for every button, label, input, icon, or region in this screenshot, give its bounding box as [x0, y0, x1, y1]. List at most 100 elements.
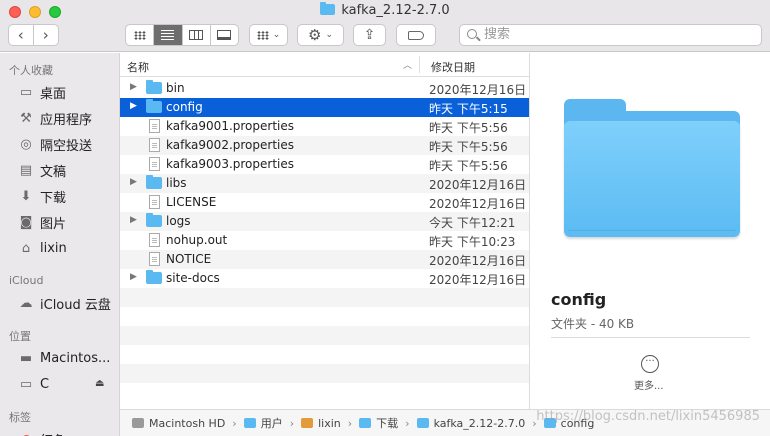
empty-row: [120, 288, 529, 307]
search-placeholder: 搜索: [484, 27, 511, 42]
more-button[interactable]: 更多...: [634, 377, 664, 392]
tag-dot-icon: [18, 431, 34, 436]
sidebar-item-label: 隔空投送: [40, 138, 93, 154]
sidebar-item-label: 下载: [40, 190, 67, 206]
disk-icon: ▬: [19, 350, 33, 366]
table-row[interactable]: ▶ bin 2020年12月16日: [120, 79, 529, 98]
path-crumb-downloads[interactable]: 下载 ›: [359, 415, 416, 431]
home-icon: ⌂: [21, 240, 31, 256]
sidebar-section-tags: 标签: [9, 411, 31, 424]
grid-icon: [133, 30, 146, 40]
sidebar-item-macintosh-hd[interactable]: ▬ Macintos...: [18, 348, 111, 368]
column-header-name[interactable]: 名称: [127, 59, 149, 75]
table-row[interactable]: kafka9001.properties 昨天 下午5:56: [120, 117, 529, 136]
sidebar-item-downloads[interactable]: ⬇ 下载: [18, 186, 66, 206]
row-date: 2020年12月16日: [429, 178, 527, 192]
disclosure-triangle-icon[interactable]: ▶: [130, 101, 137, 111]
path-crumb-label: kafka_2.12-2.7.0: [433, 416, 526, 430]
row-name: NOTICE: [166, 252, 212, 266]
disk-icon: ▭: [19, 376, 33, 392]
folder-icon: [146, 213, 162, 227]
table-row[interactable]: kafka9002.properties 昨天 下午5:56: [120, 136, 529, 155]
group-by-button[interactable]: ⌄: [249, 24, 288, 46]
row-name: LICENSE: [166, 195, 217, 209]
downloads-icon: [359, 418, 372, 428]
tag-icon: [408, 30, 424, 40]
row-date: 2020年12月16日: [429, 197, 527, 211]
table-row[interactable]: ▶ site-docs 2020年12月16日: [120, 269, 529, 288]
table-row[interactable]: LICENSE 2020年12月16日: [120, 193, 529, 212]
list-view-button[interactable]: [154, 25, 183, 45]
sidebar-item-applications[interactable]: ⚒ 应用程序: [18, 108, 92, 128]
row-date: 昨天 下午5:15: [429, 102, 508, 116]
disclosure-triangle-icon[interactable]: ▶: [130, 215, 137, 225]
path-crumb-users[interactable]: 用户 ›: [243, 415, 301, 431]
sidebar-item-label: 红色: [40, 430, 66, 436]
icon-view-button[interactable]: [126, 25, 155, 45]
home-icon: [301, 418, 314, 428]
sidebar-item-desktop[interactable]: ▭ 桌面: [18, 82, 66, 102]
sidebar-item-c[interactable]: ▭ C: [18, 374, 49, 394]
file-list: 名称 ︿ 修改日期 ▶ bin 2020年12月16日 ▶ config 昨天 …: [120, 53, 529, 409]
table-row[interactable]: NOTICE 2020年12月16日: [120, 250, 529, 269]
eject-icon[interactable]: ⏏: [95, 378, 104, 389]
sidebar-item-tag-red[interactable]: 红色: [18, 429, 66, 436]
gear-icon: ⚙: [308, 26, 322, 44]
pictures-icon: ◙: [19, 214, 33, 230]
more-icon[interactable]: ···: [641, 355, 659, 373]
grid-icon: [256, 30, 269, 40]
toolbar: kafka_2.12-2.7.0 ‹ › ⌄ ⚙ ⌄ ⇪ 搜索: [0, 0, 770, 52]
table-row-selected[interactable]: ▶ config 昨天 下午5:15: [120, 98, 529, 117]
gallery-view-button[interactable]: [211, 25, 238, 45]
sort-ascending-icon: ︿: [403, 61, 413, 71]
column-header-date[interactable]: 修改日期: [431, 59, 475, 75]
table-row[interactable]: kafka9003.properties 昨天 下午5:56: [120, 155, 529, 174]
share-button[interactable]: ⇪: [353, 24, 386, 46]
path-crumb-lixin[interactable]: lixin ›: [301, 417, 359, 430]
chevron-down-icon: ⌄: [272, 30, 281, 40]
column-divider[interactable]: [419, 56, 420, 73]
search-input[interactable]: 搜索: [459, 24, 762, 46]
disclosure-triangle-icon[interactable]: ▶: [130, 272, 137, 282]
finder-window: kafka_2.12-2.7.0 ‹ › ⌄ ⚙ ⌄ ⇪ 搜索 个人收藏 ▭ 桌…: [0, 0, 770, 436]
disclosure-triangle-icon[interactable]: ▶: [130, 177, 137, 187]
preview-meta: 文件夹 - 40 KB: [551, 317, 635, 331]
disk-icon: [132, 418, 144, 428]
tag-button[interactable]: [396, 24, 436, 46]
sidebar-item-pictures[interactable]: ◙ 图片: [18, 212, 66, 232]
columns-icon: [189, 30, 204, 40]
table-row[interactable]: ▶ libs 2020年12月16日: [120, 174, 529, 193]
table-row[interactable]: ▶ logs 今天 下午12:21: [120, 212, 529, 231]
row-date: 昨天 下午5:56: [429, 121, 508, 135]
path-crumb-macintosh-hd[interactable]: Macintosh HD ›: [132, 417, 244, 430]
folder-front: [564, 121, 740, 237]
table-row[interactable]: nohup.out 昨天 下午10:23: [120, 231, 529, 250]
forward-button[interactable]: ›: [34, 25, 58, 45]
row-name: config: [166, 100, 203, 114]
folder-icon: [320, 2, 336, 15]
sidebar-item-label: 图片: [40, 216, 67, 232]
path-separator-icon: ›: [347, 416, 353, 430]
action-button[interactable]: ⚙ ⌄: [297, 24, 344, 46]
row-date: 2020年12月16日: [429, 254, 527, 268]
applications-icon: ⚒: [20, 110, 32, 126]
folder-icon: [146, 175, 162, 189]
column-view-button[interactable]: [183, 25, 211, 45]
column-header: 名称 ︿ 修改日期: [120, 53, 529, 77]
sidebar-item-icloud-drive[interactable]: ☁ iCloud 云盘: [18, 293, 111, 313]
window-title-text: kafka_2.12-2.7.0: [341, 3, 450, 18]
folder-icon: [146, 80, 162, 94]
sidebar-item-home[interactable]: ⌂ lixin: [18, 238, 67, 258]
sidebar-item-label: lixin: [40, 240, 67, 256]
disclosure-triangle-icon[interactable]: ▶: [130, 82, 137, 92]
sidebar-item-airdrop[interactable]: ◎ 隔空投送: [18, 134, 92, 154]
path-crumb-kafka[interactable]: kafka_2.12-2.7.0 ›: [416, 416, 544, 430]
sidebar-item-label: C: [40, 376, 50, 392]
sidebar-section-favorites: 个人收藏: [9, 64, 53, 77]
window-title: kafka_2.12-2.7.0: [0, 2, 770, 18]
sidebar-item-documents[interactable]: ▤ 文稿: [18, 160, 66, 180]
share-icon: ⇪: [363, 27, 376, 43]
documents-icon: ▤: [19, 162, 33, 178]
large-folder-icon: [564, 99, 740, 239]
back-button[interactable]: ‹: [9, 25, 34, 45]
